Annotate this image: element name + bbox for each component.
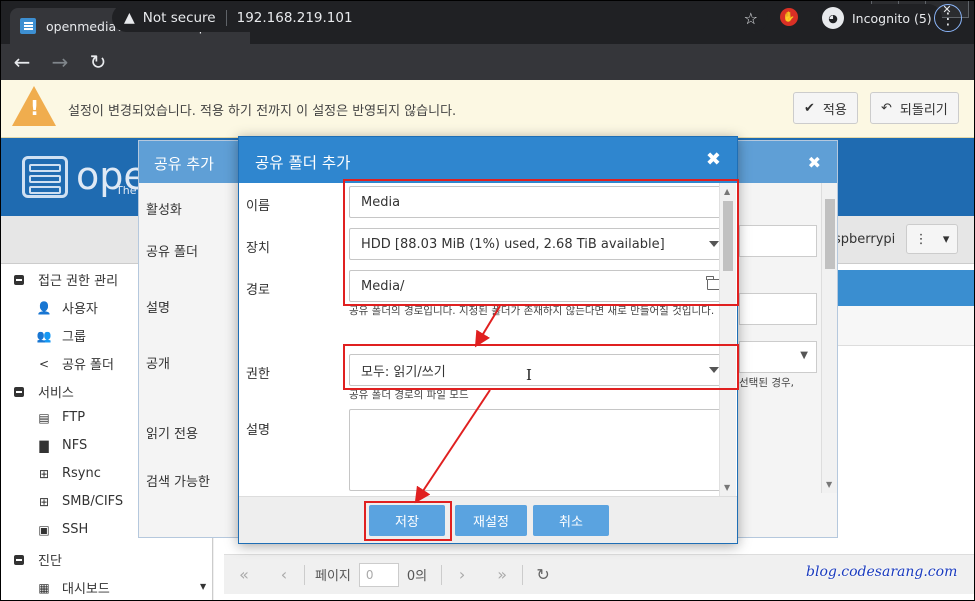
annotation-arrows <box>414 305 501 504</box>
text-cursor-icon: I <box>526 366 532 384</box>
arrow-to-permissions <box>474 305 501 348</box>
arrow-to-save <box>414 389 491 504</box>
